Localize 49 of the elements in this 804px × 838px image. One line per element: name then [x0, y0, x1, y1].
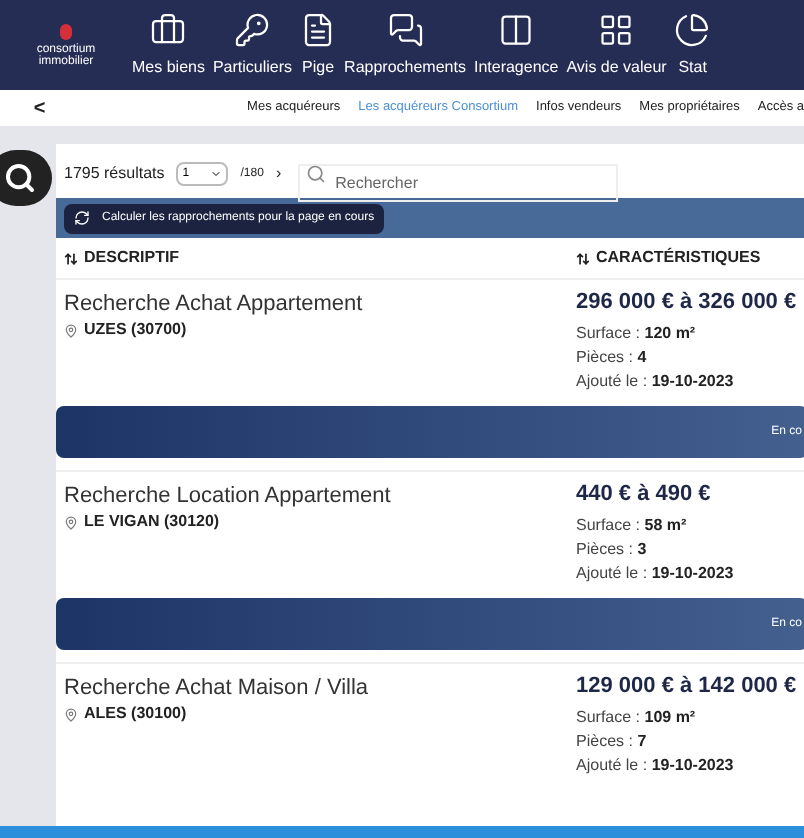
nav-item[interactable]: Avis de valeur: [566, 11, 667, 79]
listing-location: UZES (30700): [84, 318, 187, 342]
price-range: 440 € à 490 €: [576, 482, 713, 506]
listing-location: LE VIGAN (30120): [84, 510, 220, 534]
chat-icon: [387, 11, 423, 47]
column-header[interactable]: DESCRIPTIF: [56, 246, 576, 270]
nav-item[interactable]: Interagence: [473, 11, 559, 79]
location-icon: [64, 515, 78, 529]
listing-title: Recherche Achat Appartement: [64, 290, 365, 318]
sort-icon: [64, 251, 78, 265]
key-icon: [234, 11, 271, 47]
grid-icon: [598, 11, 635, 47]
location-icon: [64, 323, 78, 337]
search-field[interactable]: Rechercher: [297, 163, 618, 201]
next-page-button[interactable]: ›: [275, 162, 282, 186]
feature-line: Ajouté le : 19-10-2023: [576, 754, 736, 778]
feature-line: Surface : 109 m²: [576, 706, 698, 730]
feature-line: Ajouté le : 19-10-2023: [576, 562, 736, 586]
search-icon: [4, 162, 36, 194]
listing-location: ALES (30100): [84, 702, 187, 726]
feature-line: Surface : 58 m²: [576, 514, 689, 538]
chevron-icon: [210, 168, 223, 180]
result-count: 1795 résultats: [64, 162, 165, 186]
feature-line: Ajouté le : 19-10-2023: [576, 370, 736, 394]
back-button[interactable]: <: [0, 93, 80, 123]
nav-item[interactable]: Mes biens: [132, 11, 205, 79]
sort-icon: [576, 251, 590, 265]
search-button[interactable]: [0, 150, 52, 206]
search-icon: [305, 163, 326, 183]
column-header[interactable]: CARACTÉRISTIQUES: [576, 246, 804, 270]
price-range: 129 000 € à 142 000 €: [576, 674, 799, 698]
listing-title: Recherche Location Appartement: [64, 482, 393, 510]
price-range: 296 000 € à 326 000 €: [576, 290, 799, 314]
document-icon: [300, 11, 337, 47]
nav-item[interactable]: Pige: [300, 11, 337, 79]
nav-item[interactable]: Rapprochements: [344, 11, 466, 79]
pie-chart-icon: [674, 11, 711, 47]
feature-line: Pièces : 4: [576, 346, 649, 370]
briefcase-icon: [150, 11, 187, 47]
location-icon: [64, 707, 78, 721]
nav-item[interactable]: Particuliers: [212, 11, 293, 79]
refresh-icon: [74, 210, 90, 226]
columns-icon: [498, 11, 535, 47]
feature-line: Pièces : 7: [576, 730, 649, 754]
listing-title: Recherche Achat Maison / Villa: [64, 674, 371, 702]
logo-icon: [60, 23, 72, 39]
nav-item[interactable]: Stat: [674, 11, 711, 79]
feature-line: Surface : 120 m²: [576, 322, 698, 346]
feature-line: Pièces : 3: [576, 538, 649, 562]
